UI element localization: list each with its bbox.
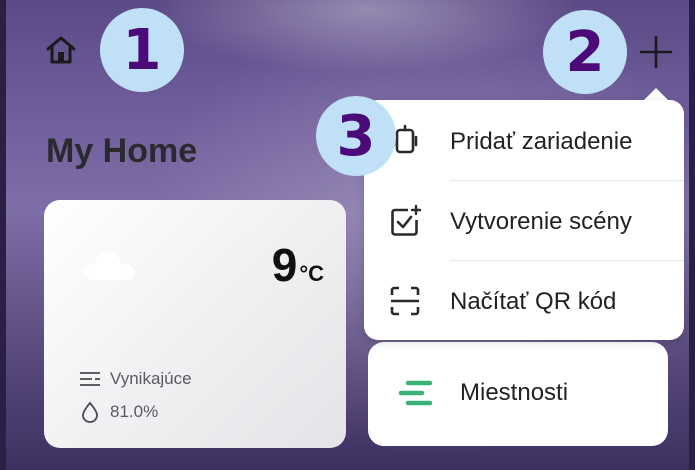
- air-quality-icon: [80, 372, 100, 386]
- cloud-icon: [83, 252, 135, 280]
- menu-item-label: Načítať QR kód: [450, 288, 617, 315]
- temperature-value: 9: [271, 239, 298, 291]
- air-quality-text: Vynikajúce: [110, 369, 192, 388]
- home-icon[interactable]: [44, 33, 78, 67]
- plus-icon[interactable]: [638, 34, 674, 70]
- annotation-badge-3: 3: [316, 96, 396, 176]
- rooms-label: Miestnosti: [460, 379, 569, 406]
- annotation-badge-2: 2: [543, 10, 627, 94]
- menu-item-create-scene[interactable]: Vytvorenie scény: [364, 180, 684, 260]
- weather-card[interactable]: 9 °C Vynikajúce 81.0%: [44, 200, 346, 448]
- menu-item-label: Pridať zariadenie: [450, 128, 633, 155]
- humidity-icon: [82, 401, 98, 423]
- temperature-unit: °C: [299, 261, 324, 286]
- humidity-text: 81.0%: [110, 402, 159, 421]
- menu-item-label: Vytvorenie scény: [450, 208, 632, 235]
- humidity-row: 81.0%: [78, 401, 158, 423]
- create-scene-icon: [391, 204, 422, 236]
- rooms-icon: [398, 380, 432, 406]
- add-menu: Pridať zariadenie Vytvorenie scény Načít…: [364, 100, 684, 340]
- menu-item-scan-qr[interactable]: Načítať QR kód: [364, 260, 684, 340]
- air-quality-row: Vynikajúce: [78, 368, 192, 390]
- menu-item-add-device[interactable]: Pridať zariadenie: [364, 100, 684, 180]
- annotation-badge-1: 1: [100, 8, 184, 92]
- rooms-card[interactable]: Miestnosti: [368, 342, 668, 446]
- temperature-readout: 9 °C: [272, 238, 324, 292]
- qr-scan-icon: [390, 286, 420, 316]
- page-title: My Home: [46, 132, 198, 170]
